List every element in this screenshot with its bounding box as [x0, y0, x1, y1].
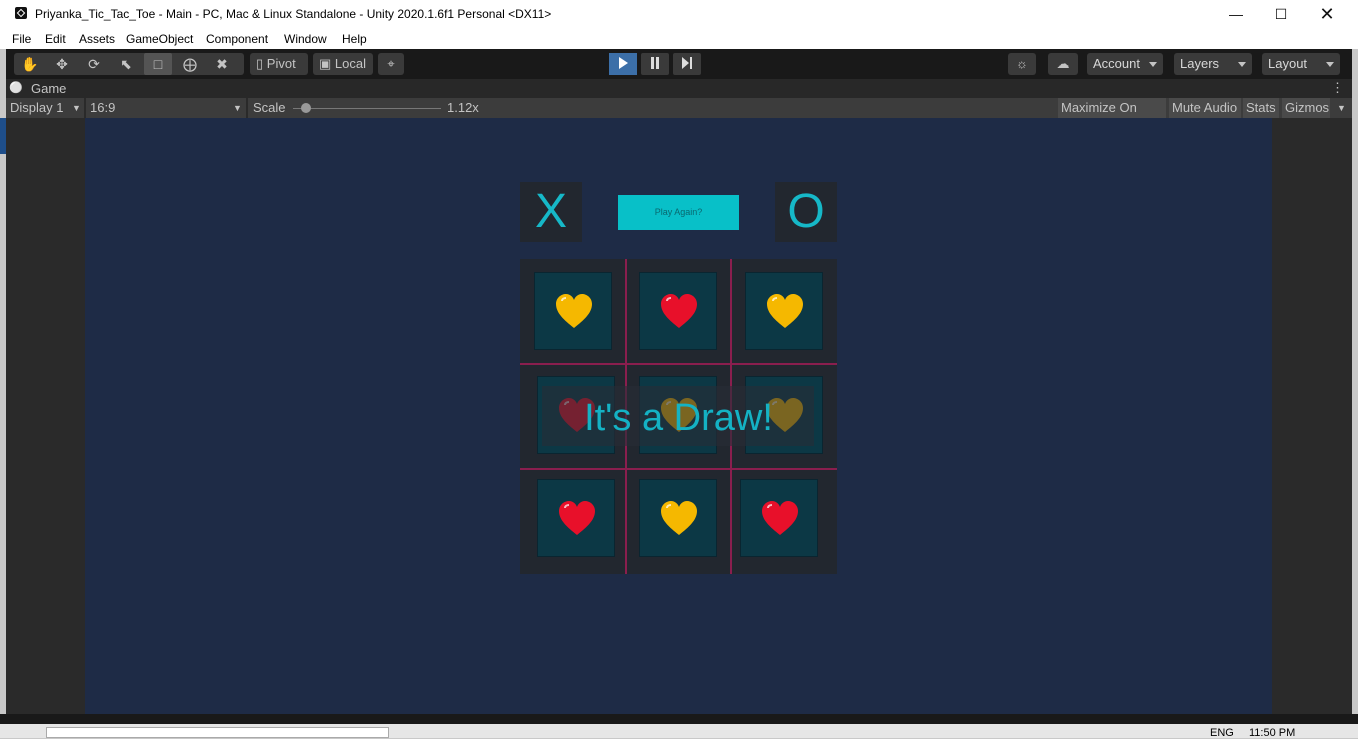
game-tab-bar: ⚪ Game ⋮	[6, 79, 1352, 98]
hand-tool-icon[interactable]: ✋	[16, 53, 44, 75]
layout-dropdown[interactable]: Layout	[1262, 53, 1340, 75]
pause-icon	[651, 57, 659, 69]
window-title-bar: Priyanka_Tic_Tac_Toe - Main - PC, Mac & …	[0, 0, 1358, 28]
stats-toggle[interactable]: Stats	[1243, 98, 1279, 118]
move-tool-icon[interactable]: ✥	[48, 53, 76, 75]
board-cell[interactable]	[639, 479, 717, 557]
local-button[interactable]: ▣ Local	[313, 53, 373, 75]
transform-tool-icon[interactable]: ⨁	[176, 53, 204, 75]
board-cell[interactable]	[639, 272, 717, 350]
play-again-button[interactable]: Play Again?	[618, 195, 739, 230]
board-cell[interactable]	[745, 272, 823, 350]
local-label: Local	[334, 56, 366, 71]
chevron-down-icon	[1149, 62, 1157, 67]
chevron-down-icon: ▼	[72, 103, 81, 113]
scale-tool-icon[interactable]: ⬉	[112, 53, 140, 75]
menu-edit[interactable]: Edit	[45, 32, 66, 46]
chevron-down-icon	[1238, 62, 1246, 67]
result-text: It's a Draw!	[584, 397, 773, 439]
layout-label: Layout	[1268, 56, 1308, 71]
cloud-icon[interactable]: ☁	[1048, 53, 1078, 75]
close-icon[interactable]: ✕	[1304, 0, 1350, 28]
play-button[interactable]	[609, 53, 637, 75]
grid-line	[520, 468, 837, 470]
gamepad-icon: ⚪	[9, 82, 23, 94]
menu-help[interactable]: Help	[342, 32, 367, 46]
step-icon	[682, 57, 692, 69]
grid-snap-icon[interactable]: ⌖	[378, 53, 404, 75]
menu-file[interactable]: File	[12, 32, 31, 46]
step-button[interactable]	[673, 53, 701, 75]
mute-audio-toggle[interactable]: Mute Audio	[1169, 98, 1241, 118]
player-x-panel: X	[520, 182, 582, 242]
pivot-label: Pivot	[266, 56, 296, 71]
menu-component[interactable]: Component	[206, 32, 268, 46]
rect-tool-icon[interactable]: □	[144, 53, 172, 75]
red-heart-icon	[762, 501, 798, 535]
unity-logo-icon	[15, 7, 27, 19]
custom-tool-icon[interactable]: ✖	[208, 53, 236, 75]
cube-icon: ▣	[319, 56, 332, 71]
layers-label: Layers	[1180, 56, 1220, 71]
scale-slider-handle[interactable]	[301, 103, 311, 113]
divider	[246, 98, 248, 118]
tray-language: ENG	[1210, 727, 1234, 739]
status-strip	[0, 714, 1358, 724]
account-dropdown[interactable]: Account	[1087, 53, 1163, 75]
menu-window[interactable]: Window	[284, 32, 327, 46]
maximize-icon[interactable]: ☐	[1258, 0, 1304, 28]
aspect-dropdown[interactable]: 16:9	[90, 98, 115, 118]
player-o-label: O	[787, 185, 825, 238]
chevron-down-icon[interactable]: ▼	[1337, 98, 1346, 118]
board-cell[interactable]	[740, 479, 818, 557]
tab-game[interactable]: Game	[31, 81, 66, 96]
player-o-panel: O	[775, 182, 837, 242]
menu-bar: File Edit Assets GameObject Component Wi…	[0, 28, 1358, 49]
scale-slider-track[interactable]	[293, 108, 441, 109]
tray-clock: 11:50 PM	[1249, 727, 1296, 739]
red-heart-icon	[661, 294, 697, 328]
chevron-down-icon: ▼	[233, 103, 242, 113]
layers-dropdown[interactable]: Layers	[1174, 53, 1252, 75]
divider	[84, 98, 86, 118]
rotate-tool-icon[interactable]: ⟳	[80, 53, 108, 75]
player-x-label: X	[534, 185, 567, 238]
more-options-icon[interactable]: ⋮	[1331, 80, 1344, 96]
red-heart-icon	[559, 501, 595, 535]
maximize-on-play-toggle[interactable]: Maximize On Play	[1058, 98, 1166, 135]
main-toolbar: ✋ ✥ ⟳ ⬉ □ ⨁ ✖ ▯ Pivot ▣ Local ⌖ ☼ ☁ Acco…	[6, 49, 1352, 79]
left-edge-stripe	[0, 118, 6, 154]
board-cell[interactable]	[537, 479, 615, 557]
pause-button[interactable]	[641, 53, 669, 75]
yellow-heart-icon	[767, 294, 803, 328]
display-dropdown[interactable]: Display 1	[10, 98, 63, 118]
play-icon	[619, 57, 628, 69]
grid-line	[520, 363, 837, 365]
scale-label: Scale	[253, 100, 286, 115]
gizmos-toggle[interactable]: Gizmos	[1282, 98, 1330, 118]
taskbar-search[interactable]	[46, 727, 389, 738]
board-cell[interactable]	[534, 272, 612, 350]
chevron-down-icon	[1326, 62, 1334, 67]
menu-assets[interactable]: Assets	[79, 32, 115, 46]
menu-gameobject[interactable]: GameObject	[126, 32, 193, 46]
account-label: Account	[1093, 56, 1140, 71]
yellow-heart-icon	[556, 294, 592, 328]
pivot-button[interactable]: ▯ Pivot	[250, 53, 308, 75]
yellow-heart-icon	[661, 501, 697, 535]
minimize-icon[interactable]: —	[1213, 0, 1259, 28]
window-title: Priyanka_Tic_Tac_Toe - Main - PC, Mac & …	[35, 7, 552, 21]
scale-value: 1.12x	[447, 100, 479, 115]
collab-icon[interactable]: ☼	[1008, 53, 1036, 75]
pivot-icon: ▯	[256, 56, 264, 71]
game-view-controls: Display 1 ▼ 16:9 ▼ Scale 1.12x Maximize …	[6, 98, 1352, 135]
